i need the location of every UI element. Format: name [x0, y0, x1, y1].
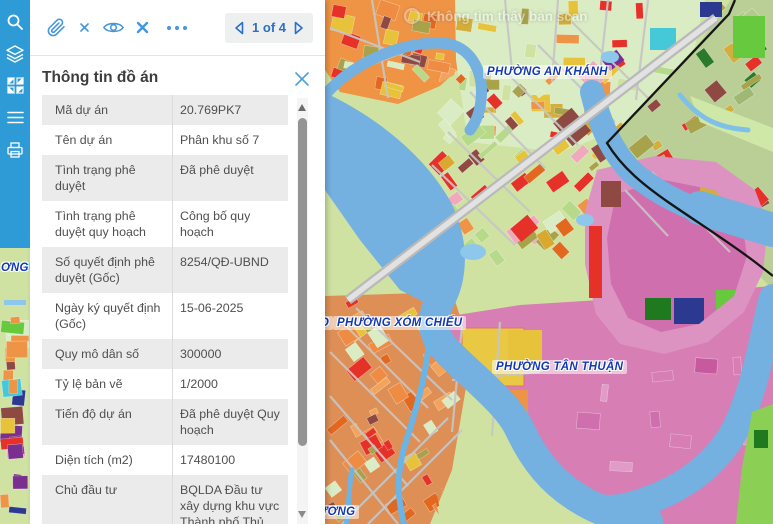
table-row: Chủ đầu tư BQLDA Đầu tư xây dựng khu vực… — [42, 475, 288, 524]
layers-icon[interactable] — [6, 44, 25, 63]
row-value: 300000 — [172, 339, 288, 369]
table-row: Số quyết định phê duyệt (Gốc) 8254/QĐ-UB… — [42, 247, 288, 293]
legend-icon[interactable] — [6, 76, 25, 95]
row-label: Chủ đầu tư — [42, 475, 172, 524]
map-label-phuong-tan-thuan: PHƯỜNG TÂN THUẬN — [492, 360, 627, 374]
popup-toolbar: 1 of 4 — [30, 0, 325, 56]
row-value: 15-06-2025 — [172, 293, 288, 339]
table-row: Tình trạng phê duyệt Đã phê duyệt — [42, 155, 288, 201]
attribute-table: Mã dự án 20.769PK7 Tên dự án Phân khu số… — [42, 95, 288, 524]
table-row: Tình trạng phê duyệt quy hoạch Công bố q… — [42, 201, 288, 247]
row-value: Đã phê duyệt — [172, 155, 288, 201]
row-label: Tiến độ dự án — [42, 399, 172, 445]
print-icon[interactable] — [6, 140, 25, 159]
row-label: Tên dự án — [42, 125, 172, 155]
search-icon[interactable] — [6, 12, 25, 31]
row-label: Tình trạng phê duyệt — [42, 155, 172, 201]
pager-text: 1 of 4 — [252, 20, 286, 35]
toast-message: Không tìm thấy bản scan — [404, 8, 588, 24]
table-row: Tỷ lệ bản vẽ 1/2000 — [42, 369, 288, 399]
more-options-icon[interactable] — [166, 25, 188, 31]
eye-icon[interactable] — [103, 20, 124, 35]
row-value: BQLDA Đầu tư xây dựng khu vực Thành phố … — [172, 475, 288, 524]
row-label: Diện tích (m2) — [42, 445, 172, 475]
table-row: Mã dự án 20.769PK7 — [42, 95, 288, 125]
panel-header: Thông tin đồ án — [30, 56, 325, 96]
table-scrollbar[interactable] — [297, 98, 308, 524]
row-value: 20.769PK7 — [172, 95, 288, 125]
map-label-phuong-xom-chieu: PHƯỜNG XÓM CHIẾU — [333, 316, 466, 330]
row-label: Quy mô dân số — [42, 339, 172, 369]
clipped-x-icon[interactable] — [79, 21, 90, 34]
scroll-up-arrow-icon[interactable] — [298, 104, 306, 111]
not-found-icon — [404, 8, 420, 24]
close-icon[interactable] — [294, 71, 310, 87]
table-row: Quy mô dân số 300000 — [42, 339, 288, 369]
tool-sidebar — [0, 0, 30, 248]
row-value: Phân khu số 7 — [172, 125, 288, 155]
scroll-down-arrow-icon[interactable] — [298, 511, 306, 518]
row-label: Tỷ lệ bản vẽ — [42, 369, 172, 399]
table-row: Diện tích (m2) 17480100 — [42, 445, 288, 475]
map-label-phuong-an-khanh: PHƯỜNG AN KHÁNH — [483, 65, 612, 79]
row-label: Số quyết định phê duyệt (Gốc) — [42, 247, 172, 293]
previous-feature-icon[interactable] — [234, 21, 244, 35]
row-value: 1/2000 — [172, 369, 288, 399]
row-value: 17480100 — [172, 445, 288, 475]
remove-icon[interactable] — [136, 21, 149, 34]
feature-pager: 1 of 4 — [225, 13, 313, 43]
app-window: PHƯỜNG AN KHÁNH PHƯỜNG XÓM CHIẾU PHƯỜNG … — [0, 0, 773, 524]
row-label: Ngày ký quyết định (Gốc) — [42, 293, 172, 339]
next-feature-icon[interactable] — [294, 21, 304, 35]
scrollbar-thumb[interactable] — [298, 118, 307, 446]
row-value: Công bố quy hoạch — [172, 201, 288, 247]
info-panel: 1 of 4 Thông tin đồ án Mã dự án 20.769PK… — [30, 0, 325, 524]
toast-text: Không tìm thấy bản scan — [427, 9, 588, 24]
table-row: Tiến độ dự án Đã phê duyệt Quy hoạch — [42, 399, 288, 445]
attachment-icon[interactable] — [47, 18, 66, 37]
table-row: Tên dự án Phân khu số 7 — [42, 125, 288, 155]
menu-icon[interactable] — [6, 108, 25, 127]
row-value: Đã phê duyệt Quy hoạch — [172, 399, 288, 445]
table-row: Ngày ký quyết định (Gốc) 15-06-2025 — [42, 293, 288, 339]
row-value: 8254/QĐ-UBND — [172, 247, 288, 293]
row-label: Tình trạng phê duyệt quy hoạch — [42, 201, 172, 247]
row-label: Mã dự án — [42, 95, 172, 125]
panel-title: Thông tin đồ án — [42, 69, 158, 87]
